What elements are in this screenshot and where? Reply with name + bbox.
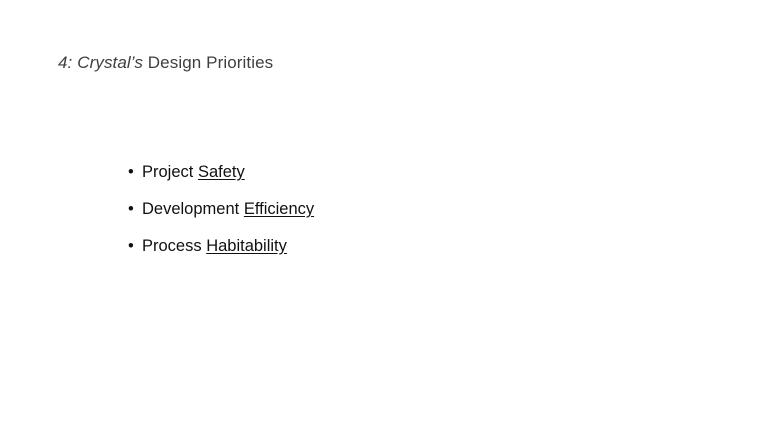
bullet-emphasis: Safety [197, 163, 245, 181]
slide-title: 4: Crystal’s Design Priorities [58, 53, 273, 73]
bullet-text: Process [142, 237, 207, 255]
slide: 4: Crystal’s Design Priorities • Project … [0, 0, 768, 432]
bullet-marker: • [128, 163, 134, 181]
bullet-emphasis: Habitability [206, 237, 287, 255]
bullet-text: Project [142, 163, 198, 181]
bullet-item-process-habitability: • Process Habitability [128, 234, 314, 271]
slide-title-number-name: 4: Crystal’s [58, 53, 143, 72]
bullet-item-development-efficiency: • Development Efficiency [128, 197, 314, 234]
bullet-text: Development [142, 200, 244, 218]
bullet-marker: • [128, 237, 134, 255]
bullet-marker: • [128, 200, 134, 218]
bullet-list: • Project Safety • Development Efficiency … [128, 160, 314, 271]
bullet-item-project-safety: • Project Safety [128, 160, 314, 197]
bullet-emphasis: Efficiency [243, 200, 315, 218]
slide-title-text: Design Priorities [142, 53, 274, 72]
